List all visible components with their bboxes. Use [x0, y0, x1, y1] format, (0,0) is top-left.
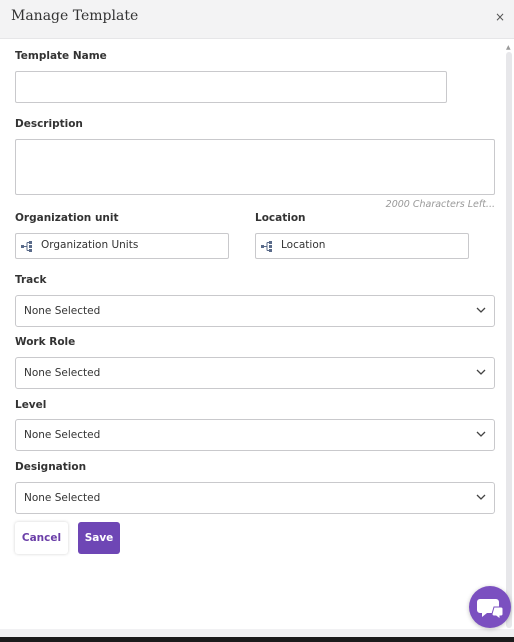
dialog-header: Manage Template ×	[0, 0, 514, 39]
chevron-down-icon	[476, 494, 486, 500]
scrollbar[interactable]	[506, 52, 512, 628]
track-select[interactable]: None Selected	[15, 295, 495, 327]
save-button[interactable]: Save	[78, 522, 120, 554]
chevron-down-icon	[476, 431, 486, 437]
chat-widget-button[interactable]	[469, 586, 511, 628]
work-role-label: Work Role	[15, 336, 76, 348]
chevron-down-icon	[476, 307, 486, 313]
track-value: None Selected	[24, 305, 101, 317]
template-name-label: Template Name	[15, 50, 107, 62]
track-label: Track	[15, 274, 47, 286]
description-char-counter: 2000 Characters Left...	[385, 199, 495, 210]
work-role-value: None Selected	[24, 367, 101, 379]
org-unit-value: Organization Units	[41, 239, 139, 251]
org-unit-picker[interactable]: Organization Units	[15, 233, 229, 259]
work-role-select[interactable]: None Selected	[15, 357, 495, 389]
location-picker[interactable]: Location	[255, 233, 469, 259]
chat-bubbles-icon	[477, 599, 504, 620]
designation-value: None Selected	[24, 492, 101, 504]
scroll-up-icon[interactable]: ▲	[506, 44, 512, 51]
designation-select[interactable]: None Selected	[15, 482, 495, 514]
level-select[interactable]: None Selected	[15, 419, 495, 451]
org-unit-label: Organization unit	[15, 212, 119, 224]
level-label: Level	[15, 399, 47, 411]
designation-label: Designation	[15, 461, 87, 473]
dialog-title: Manage Template	[11, 8, 139, 24]
close-icon[interactable]: ×	[495, 10, 505, 24]
description-label: Description	[15, 118, 83, 130]
hierarchy-icon	[261, 241, 272, 252]
location-value: Location	[281, 239, 326, 251]
bottom-bar	[0, 637, 514, 642]
cancel-button[interactable]: Cancel	[15, 522, 68, 554]
template-name-input[interactable]	[15, 71, 447, 103]
hierarchy-icon	[21, 241, 32, 252]
chevron-down-icon	[476, 369, 486, 375]
description-textarea[interactable]	[15, 139, 495, 195]
location-label: Location	[255, 212, 306, 224]
level-value: None Selected	[24, 429, 101, 441]
